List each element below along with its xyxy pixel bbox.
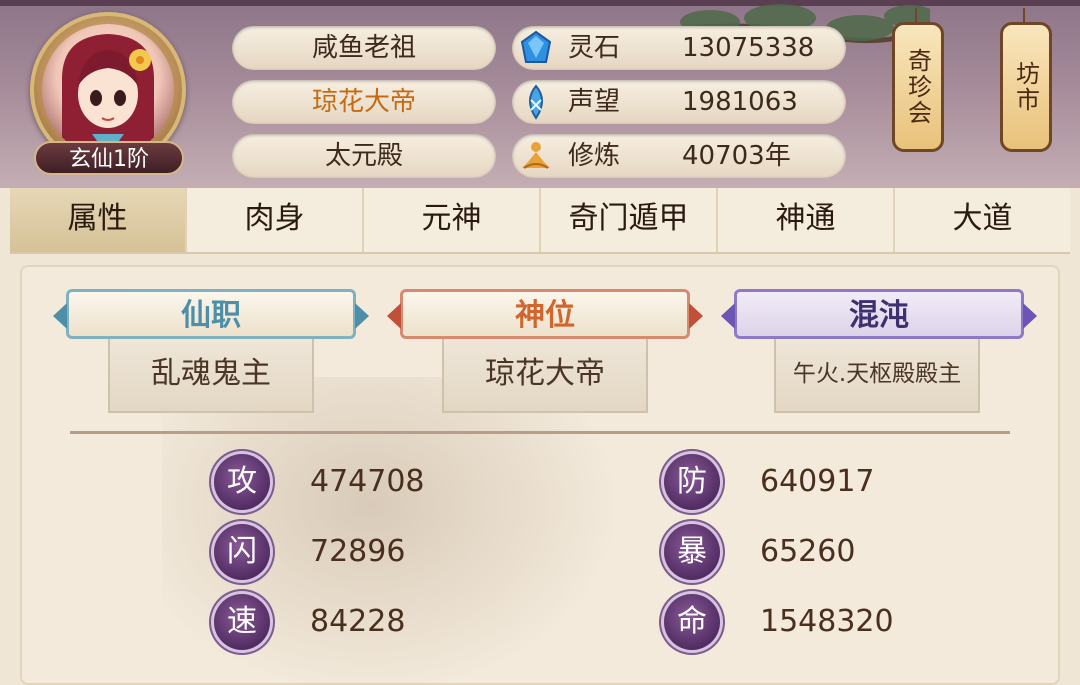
rank-badge: 玄仙1阶 bbox=[34, 141, 184, 175]
tab-qimen[interactable]: 奇门遁甲 bbox=[541, 188, 718, 252]
attack-stat-icon: 攻 bbox=[214, 454, 270, 510]
character-portrait-icon bbox=[62, 34, 154, 156]
immortal-post-value: 乱魂鬼主 bbox=[108, 339, 314, 413]
chaos-value: 午火.天枢殿殿主 bbox=[774, 339, 980, 413]
resource-cultivation: 修炼 40703年 bbox=[512, 134, 846, 178]
resource-value: 1981063 bbox=[682, 87, 798, 117]
banner-arrow-left-icon bbox=[53, 303, 67, 329]
defense-stat-value: 640917 bbox=[760, 464, 875, 499]
player-hall: 太元殿 bbox=[232, 134, 496, 178]
tab-attributes[interactable]: 属性 bbox=[10, 188, 187, 252]
avatar-portrait bbox=[42, 24, 174, 156]
chaos-banner: 混沌 bbox=[721, 289, 1037, 339]
dodge-stat-icon: 闪 bbox=[214, 524, 270, 580]
banner-label: 仙职 bbox=[181, 298, 241, 333]
banner-arrow-right-icon bbox=[355, 303, 369, 329]
cultivation-icon bbox=[522, 142, 550, 169]
tab-spirit[interactable]: 元神 bbox=[364, 188, 541, 252]
attributes-panel: 仙职 乱魂鬼主 神位 琼花大帝 混沌 午火.天枢殿殿主 攻 474708 防 6… bbox=[20, 265, 1060, 685]
section-divider bbox=[70, 431, 1010, 434]
resource-label: 声望 bbox=[568, 87, 621, 117]
tab-body[interactable]: 肉身 bbox=[187, 188, 364, 252]
banner-arrow-right-icon bbox=[689, 303, 703, 329]
divine-seat-banner: 神位 bbox=[387, 289, 703, 339]
tab-powers[interactable]: 神通 bbox=[718, 188, 895, 252]
banner-arrow-right-icon bbox=[1023, 303, 1037, 329]
immortal-post-banner: 仙职 bbox=[53, 289, 369, 339]
hp-stat-icon: 命 bbox=[664, 594, 720, 650]
speed-stat-value: 84228 bbox=[310, 604, 406, 639]
market-button[interactable]: 坊市 bbox=[1000, 22, 1052, 152]
attack-stat-value: 474708 bbox=[310, 464, 425, 499]
treasure-fair-button[interactable]: 奇珍会 bbox=[892, 22, 944, 152]
speed-stat-icon: 速 bbox=[214, 594, 270, 650]
resource-value: 40703年 bbox=[682, 141, 791, 171]
lantern-label: 坊市 bbox=[1011, 61, 1040, 113]
tab-dao[interactable]: 大道 bbox=[895, 188, 1070, 252]
tab-bar: 属性 肉身 元神 奇门遁甲 神通 大道 bbox=[10, 188, 1070, 254]
resource-spirit-stone: 灵石 13075338 bbox=[512, 26, 846, 70]
player-header: 玄仙1阶 咸鱼老祖 琼花大帝 太元殿 灵石 13075338 声望 198106… bbox=[0, 0, 1080, 188]
player-title: 琼花大帝 bbox=[232, 80, 496, 124]
banner-label: 混沌 bbox=[849, 298, 909, 333]
spirit-stone-icon bbox=[520, 30, 552, 63]
banner-arrow-left-icon bbox=[387, 303, 401, 329]
hp-stat-value: 1548320 bbox=[760, 604, 894, 639]
resource-label: 灵石 bbox=[568, 33, 621, 63]
resource-label: 修炼 bbox=[568, 141, 621, 171]
lantern-label: 奇珍会 bbox=[903, 48, 932, 126]
crit-stat-icon: 暴 bbox=[664, 524, 720, 580]
crit-stat-value: 65260 bbox=[760, 534, 856, 569]
defense-stat-icon: 防 bbox=[664, 454, 720, 510]
banner-arrow-left-icon bbox=[721, 303, 735, 329]
player-name: 咸鱼老祖 bbox=[232, 26, 496, 70]
banner-label: 神位 bbox=[515, 298, 575, 333]
dodge-stat-value: 72896 bbox=[310, 534, 406, 569]
resource-prestige: 声望 1981063 bbox=[512, 80, 846, 124]
resource-value: 13075338 bbox=[682, 33, 815, 63]
prestige-icon bbox=[529, 84, 543, 120]
divine-seat-value: 琼花大帝 bbox=[442, 339, 648, 413]
